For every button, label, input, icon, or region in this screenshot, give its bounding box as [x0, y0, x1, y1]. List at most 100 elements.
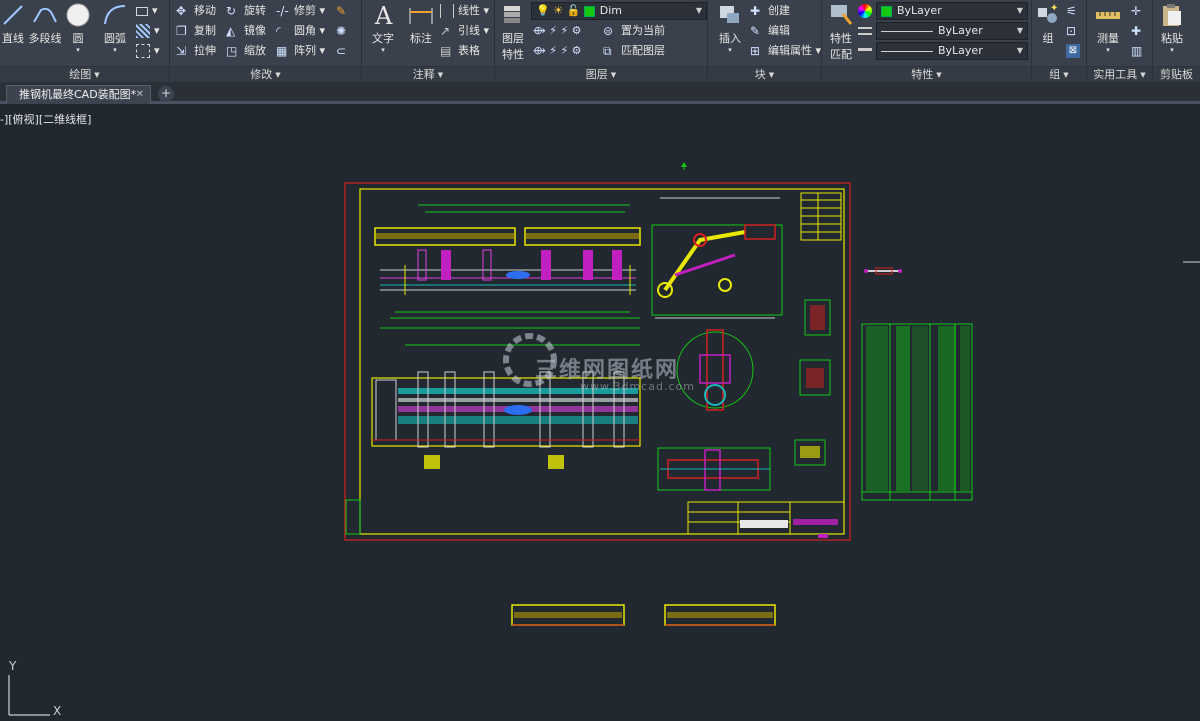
layer-state-icons: ⟴ ⚡ ⚡ ⚙	[533, 24, 582, 37]
table-button[interactable]: ▤ 表格	[440, 42, 480, 60]
lightbulb-icon: 💡	[536, 4, 550, 17]
group-button[interactable]: ✦ 组	[1034, 2, 1062, 46]
new-tab-button[interactable]: +	[158, 86, 174, 102]
ucs-icon	[8, 675, 50, 716]
annotation-panel-title[interactable]: 注释 ▼	[362, 66, 494, 82]
draw-panel-title[interactable]: 绘图 ▼	[0, 66, 169, 82]
stretch-button[interactable]: ⇲ 拉伸	[176, 42, 216, 60]
paste-button[interactable]: 粘贴 ▾	[1155, 2, 1189, 54]
group-label: 组	[1042, 32, 1054, 45]
chevron-down-icon: ▼	[1016, 6, 1023, 15]
circular-detail-view	[676, 329, 754, 411]
mirror-button[interactable]: ◭ 镜像	[226, 22, 266, 40]
match-properties-button[interactable]: 特性 匹配	[826, 2, 856, 62]
set-current-button[interactable]: ⊜ 置为当前	[603, 22, 665, 40]
scale-button[interactable]: ◳ 缩放	[226, 42, 266, 60]
utilities-panel-title[interactable]: 实用工具 ▼	[1087, 66, 1152, 82]
ruler-icon	[1096, 12, 1120, 19]
boundary-tool[interactable]: ▾	[136, 42, 160, 60]
loose-parts-below	[511, 604, 776, 626]
rotate-icon: ↻	[226, 4, 237, 18]
array-icon: ▦	[276, 44, 288, 58]
document-tab-bar: 推钢机最终CAD装配图* ✕ +	[0, 82, 1200, 104]
match-properties-label-1: 特性	[830, 32, 852, 45]
text-button[interactable]: A 文字 ▾	[366, 2, 400, 54]
linetype-dropdown[interactable]: ByLayer ▼	[876, 22, 1028, 40]
line-button[interactable]: 直线	[0, 2, 26, 46]
svg-text:A: A	[374, 2, 393, 28]
erase-button[interactable]: ✎	[336, 2, 354, 20]
select-all-button[interactable]: ✚	[1131, 22, 1149, 40]
layers-panel-title[interactable]: 图层 ▼	[495, 66, 707, 82]
move-button[interactable]: ✥ 移动	[176, 2, 216, 20]
edit-block-icon: ✎	[750, 24, 761, 38]
array-button[interactable]: ▦ 阵列 ▾	[276, 42, 325, 60]
stretch-icon: ⇲	[176, 44, 187, 58]
group-select-button[interactable]: ⊠	[1066, 42, 1084, 60]
layer-dropdown[interactable]: 💡 ☀ 🔓 Dim ▼	[531, 2, 707, 20]
clipboard-panel-title[interactable]: 剪贴板	[1153, 66, 1200, 82]
match-layer-button[interactable]: ⧉ 匹配图层	[603, 42, 665, 60]
circle-button[interactable]: 圆 ▾	[64, 2, 92, 54]
linetype-icon	[858, 22, 876, 40]
group-edit-button[interactable]: ⚟	[1066, 2, 1084, 20]
match-properties-icon	[831, 5, 853, 25]
pointer-icon: ✚	[1131, 24, 1142, 38]
document-tab-label: 推钢机最终CAD装配图*	[19, 88, 137, 101]
circle-icon	[66, 3, 90, 27]
table-icon: ▤	[440, 44, 452, 58]
insert-button[interactable]: 插入 ▾	[712, 2, 748, 54]
crosshair-icon: ✛	[1131, 4, 1142, 18]
edit-block-button[interactable]: ✎ 编辑	[750, 22, 790, 40]
arc-button[interactable]: 圆弧 ▾	[98, 2, 132, 54]
calculator-button[interactable]: ▥	[1131, 42, 1149, 60]
drawing-canvas[interactable]	[0, 107, 1200, 721]
ungroup-button[interactable]: ⊡	[1066, 22, 1084, 40]
title-block	[687, 501, 845, 538]
offset-button[interactable]: ⊂	[336, 42, 354, 60]
layer-tools-row-1[interactable]: ⟴ ⚡ ⚡ ⚙	[533, 22, 582, 40]
lineweight-dropdown[interactable]: ByLayer ▼	[876, 42, 1028, 60]
fillet-button[interactable]: ◜ 圆角 ▾	[276, 22, 325, 40]
line-icon	[3, 5, 23, 25]
explode-button[interactable]: ✺	[336, 22, 354, 40]
trim-button[interactable]: -/- 修剪 ▾	[276, 2, 325, 20]
copy-button[interactable]: ❐ 复制	[176, 22, 216, 40]
edit-attributes-button[interactable]: ⊞ 编辑属性 ▾	[750, 42, 821, 60]
modify-panel-title[interactable]: 修改 ▼	[170, 66, 361, 82]
offset-icon: ⊂	[336, 44, 347, 58]
block-panel-title[interactable]: 块 ▼	[708, 66, 821, 82]
color-swatch	[881, 5, 892, 17]
hatch-tool[interactable]: ▾	[136, 22, 160, 40]
create-block-button[interactable]: ✚ 创建	[750, 2, 790, 20]
layer-state-icons-2: ⟴ ⚡ ⚡ ⚙	[533, 44, 582, 57]
ucs-y-label: Y	[9, 659, 17, 673]
north-arrow-marker	[681, 162, 687, 170]
clipboard-panel: 粘贴 ▾ 剪贴板	[1153, 0, 1200, 82]
properties-panel-title[interactable]: 特性 ▼	[822, 66, 1031, 82]
binding-strip	[345, 499, 361, 535]
layers-panel: 图层 特性 💡 ☀ 🔓 Dim ▼ ⟴ ⚡ ⚡ ⚙ ⊜ 置为当前 ⟴ ⚡ ⚡ ⚙ …	[495, 0, 708, 82]
rectangle-icon	[136, 6, 148, 16]
document-tab[interactable]: 推钢机最终CAD装配图* ✕	[6, 85, 151, 104]
measure-button[interactable]: 测量 ▾	[1091, 2, 1125, 54]
text-label: 文字	[372, 32, 394, 45]
leader-button[interactable]: ↗ 引线 ▾	[440, 22, 489, 40]
group-select-icon: ⊠	[1066, 44, 1080, 58]
chevron-down-icon: ▼	[1016, 26, 1023, 35]
ucs-x-label: X	[53, 704, 62, 718]
id-point-button[interactable]: ✛	[1131, 2, 1149, 20]
leader-icon: ↗	[440, 24, 451, 38]
close-icon[interactable]: ✕	[136, 86, 144, 104]
layer-tools-row-2[interactable]: ⟴ ⚡ ⚡ ⚙	[533, 42, 582, 60]
groups-panel: ✦ 组 ⚟ ⊡ ⊠ 组 ▼	[1032, 0, 1087, 82]
color-dropdown[interactable]: ByLayer ▼	[876, 2, 1028, 20]
section-details	[794, 299, 831, 466]
groups-panel-title[interactable]: 组 ▼	[1032, 66, 1086, 82]
linear-button[interactable]: 线性 ▾	[440, 2, 489, 20]
polyline-button[interactable]: 多段线	[26, 2, 64, 46]
rectangle-tool[interactable]: ▾	[136, 2, 158, 20]
dimension-button[interactable]: 标注	[404, 2, 438, 46]
rotate-button[interactable]: ↻ 旋转	[226, 2, 266, 20]
layer-properties-button[interactable]: 图层 特性	[497, 2, 529, 62]
